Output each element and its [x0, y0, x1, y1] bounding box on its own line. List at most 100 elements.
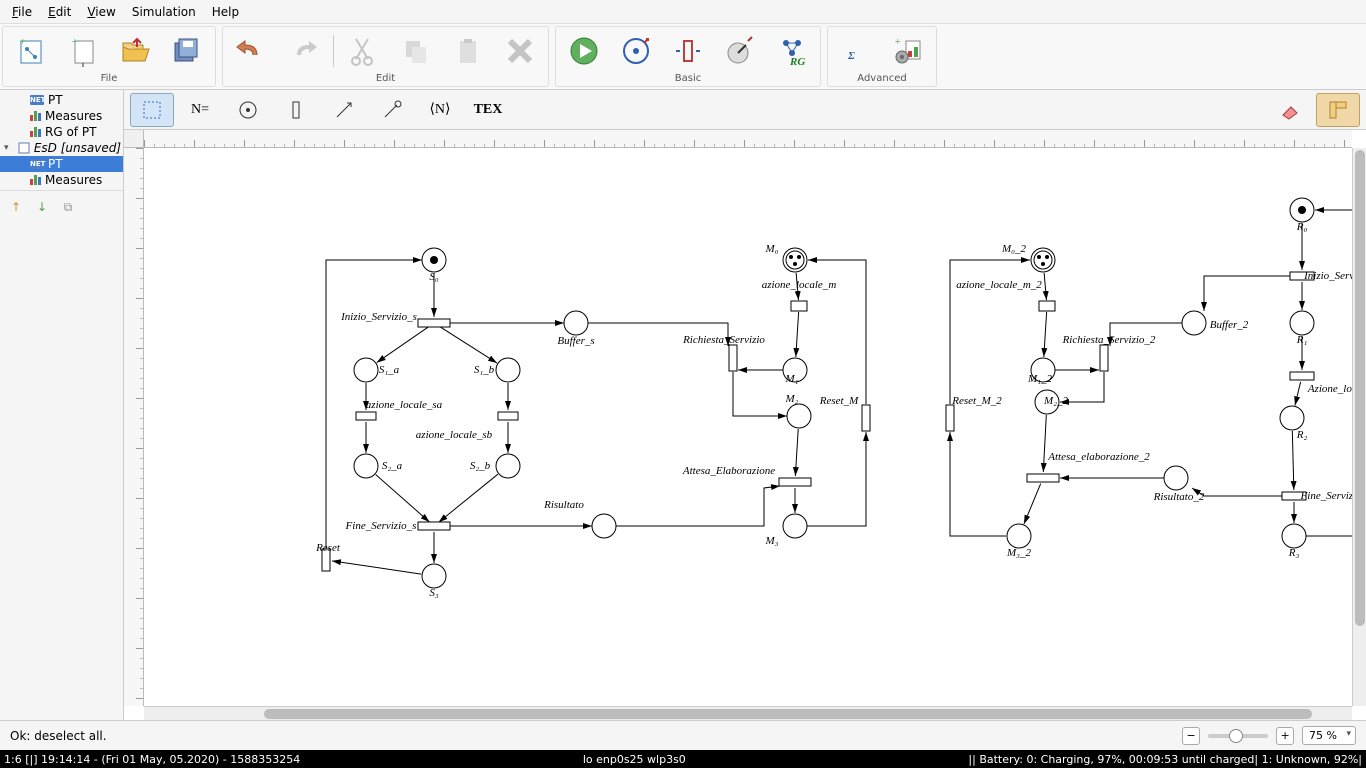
- select-tool[interactable]: [130, 93, 174, 127]
- project-tree: NETPT Measures RG of PT ▾EsD [unsaved] N…: [0, 90, 123, 190]
- tex-tool[interactable]: TEX: [466, 93, 510, 127]
- doc-icon: [18, 142, 30, 154]
- token-game-button[interactable]: [612, 30, 660, 72]
- open-button[interactable]: [111, 30, 159, 72]
- svg-text:Risultato: Risultato: [543, 499, 584, 511]
- svg-text:S₁_a: S₁_a: [379, 364, 400, 376]
- move-up-button[interactable]: ↑: [6, 197, 26, 217]
- move-down-button[interactable]: ↓: [32, 197, 52, 217]
- tree-node-esd[interactable]: ▾EsD [unsaved]: [0, 140, 123, 156]
- svg-text:Richiesta_Servizio: Richiesta_Servizio: [682, 334, 765, 346]
- svg-text:M₀_2: M₀_2: [1001, 243, 1026, 255]
- svg-text:+: +: [19, 36, 26, 48]
- menu-edit[interactable]: Edit: [40, 3, 79, 21]
- svg-text:Fine_Servizio_s: Fine_Servizio_s: [345, 520, 417, 532]
- new-page-button[interactable]: +: [59, 30, 107, 72]
- undo-button[interactable]: [227, 30, 275, 72]
- toolbar-group-file: + + File: [2, 26, 216, 87]
- menu-file[interactable]: File: [4, 3, 40, 21]
- svg-text:S₂_a: S₂_a: [382, 460, 403, 472]
- canvas-container: S₀S₁_aS₁_bS₂_aS₂_bS₃Buffer_sRisultatoM₀M…: [124, 130, 1366, 720]
- zoom-select[interactable]: 75 %: [1302, 726, 1356, 745]
- inhibitor-tool[interactable]: [370, 93, 414, 127]
- svg-text:M₁_2: M₁_2: [1027, 373, 1052, 385]
- tree-node-pt2[interactable]: NETPT: [0, 156, 123, 172]
- duplicate-button[interactable]: ⧉: [58, 197, 78, 217]
- svg-text:M₃_2: M₃_2: [1006, 547, 1031, 559]
- toolbar-group-edit: Edit: [222, 26, 549, 87]
- transition-tool[interactable]: [274, 93, 318, 127]
- ruler-corner: [124, 130, 144, 148]
- tree-node-measures[interactable]: Measures: [0, 108, 123, 124]
- caret-icon: ▾: [4, 143, 9, 153]
- measure-button[interactable]: [716, 30, 764, 72]
- svg-text:S₁_b: S₁_b: [474, 364, 495, 376]
- chart-icon: [30, 127, 41, 137]
- scrollbar-horizontal[interactable]: [144, 706, 1352, 720]
- play-button[interactable]: [560, 30, 608, 72]
- svg-text:Fine_Servizio_r: Fine_Servizio_r: [1300, 490, 1352, 502]
- delete-button[interactable]: [496, 30, 544, 72]
- arc-tool[interactable]: [322, 93, 366, 127]
- svg-text:azione_locale_m: azione_locale_m: [762, 279, 837, 291]
- svg-text:S₃: S₃: [429, 587, 439, 599]
- redo-button[interactable]: [279, 30, 327, 72]
- new-net-button[interactable]: +: [7, 30, 55, 72]
- svg-text:R₂: R₂: [1296, 429, 1308, 441]
- unfold-button[interactable]: [664, 30, 712, 72]
- svg-text:M₂_2: M₂_2: [1043, 395, 1068, 407]
- svg-text:+: +: [894, 36, 901, 48]
- svg-text:M₁: M₁: [785, 373, 799, 385]
- scrollbar-vertical[interactable]: [1352, 148, 1366, 706]
- svg-text:Buffer_2: Buffer_2: [1210, 319, 1249, 331]
- toolbar-group-advanced-label: Advanced: [857, 73, 906, 84]
- editor-area: N= ⟨N⟩ TEX S₀S₁_aS₁_bS₂_aS₂_bS₃Buffer_sR…: [124, 90, 1366, 720]
- tree-node-measures2[interactable]: Measures: [0, 172, 123, 188]
- svg-text:R₃: R₃: [1288, 547, 1300, 559]
- tree-node-pt[interactable]: NETPT: [0, 92, 123, 108]
- svg-text:M₂: M₂: [785, 393, 799, 405]
- build-button[interactable]: +: [884, 30, 932, 72]
- statusbar: Ok: deselect all. − + 75 %: [0, 720, 1366, 750]
- zoom-in-button[interactable]: +: [1276, 727, 1294, 745]
- taskbar-network: lo enp0s25 wlp3s0: [320, 753, 948, 766]
- svg-text:R₁: R₁: [1296, 334, 1308, 346]
- angle-tool[interactable]: ⟨N⟩: [418, 93, 462, 127]
- toolbar-group-edit-label: Edit: [376, 73, 395, 84]
- svg-text:Richiesta_Servizio_2: Richiesta_Servizio_2: [1062, 334, 1156, 346]
- petri-net-canvas[interactable]: S₀S₁_aS₁_bS₂_aS₂_bS₃Buffer_sRisultatoM₀M…: [144, 148, 1352, 706]
- zoom-slider[interactable]: [1208, 734, 1268, 738]
- taskbar-clock: 1:6 [|] 19:14:14 - (Fri 01 May, 05.2020)…: [4, 753, 300, 766]
- taskbar-battery: || Battery: 0: Charging, 97%, 00:09:53 u…: [968, 753, 1362, 766]
- tree-actions: ↑ ↓ ⧉: [0, 190, 123, 223]
- chart-icon: [30, 175, 41, 185]
- paste-button[interactable]: [444, 30, 492, 72]
- toolbar-group-basic-label: Basic: [675, 73, 701, 84]
- save-all-button[interactable]: [163, 30, 211, 72]
- ruler-toggle[interactable]: [1316, 93, 1360, 127]
- tree-node-rg[interactable]: RG of PT: [0, 124, 123, 140]
- svg-text:S₀: S₀: [429, 271, 439, 283]
- menu-simulation[interactable]: Simulation: [124, 3, 204, 21]
- svg-text:Σ: Σ: [847, 50, 855, 62]
- svg-text:Reset: Reset: [315, 542, 341, 554]
- place-tool[interactable]: [226, 93, 270, 127]
- rg-button[interactable]: RG: [768, 30, 816, 72]
- sigma-button[interactable]: Σ: [832, 30, 880, 72]
- svg-text:M₀: M₀: [765, 243, 779, 255]
- svg-text:+: +: [71, 36, 78, 48]
- main-toolbar: + + File Edit RG Basic Σ: [0, 24, 1366, 90]
- svg-text:Reset_M_2: Reset_M_2: [951, 395, 1002, 407]
- zoom-control: − + 75 %: [1182, 726, 1356, 745]
- svg-text:azione_locale_sa: azione_locale_sa: [366, 399, 443, 411]
- menu-help[interactable]: Help: [204, 3, 247, 21]
- sidebar: NETPT Measures RG of PT ▾EsD [unsaved] N…: [0, 90, 124, 720]
- svg-text:Risultato_2: Risultato_2: [1153, 491, 1205, 503]
- eraser-tool[interactable]: [1268, 93, 1312, 127]
- menu-view[interactable]: View: [79, 3, 123, 21]
- cut-button[interactable]: [340, 30, 388, 72]
- copy-button[interactable]: [392, 30, 440, 72]
- zoom-out-button[interactable]: −: [1182, 727, 1200, 745]
- svg-text:Reset_M: Reset_M: [819, 395, 859, 407]
- token-tool[interactable]: N=: [178, 93, 222, 127]
